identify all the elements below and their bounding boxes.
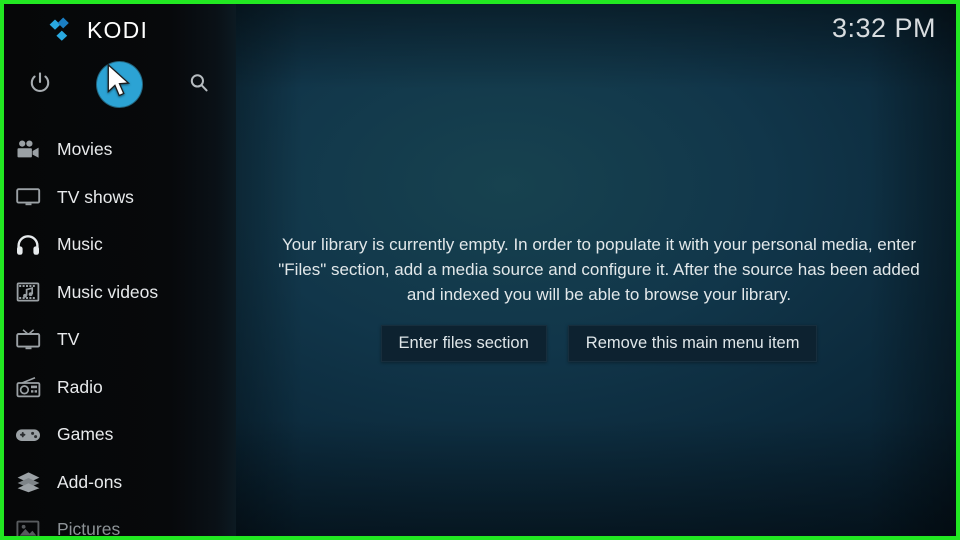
sidebar-item-label: TV xyxy=(57,329,80,350)
headphones-icon xyxy=(15,232,41,258)
mouse-pointer-icon xyxy=(107,64,131,97)
kodi-logo-icon xyxy=(49,17,69,41)
sidebar-item-radio[interactable]: Radio xyxy=(4,364,236,412)
empty-library-message: Your library is currently empty. In orde… xyxy=(278,235,920,304)
power-glyph xyxy=(30,72,50,92)
sidebar-item-label: Radio xyxy=(57,376,103,397)
sidebar-item-label: Games xyxy=(57,424,114,445)
enter-files-section-button[interactable]: Enter files section xyxy=(380,325,547,362)
sidebar-item-tv-shows[interactable]: TV shows xyxy=(4,174,236,222)
sidebar-menu: Movies TV shows Music Music videos TV Ra… xyxy=(4,126,236,540)
film-music-note-icon xyxy=(15,279,41,305)
picture-frame-icon xyxy=(15,517,41,536)
kodi-window: 3:32 PM KODI Movies TV shows Music Music… xyxy=(0,0,960,540)
sidebar-item-pictures[interactable]: Pictures xyxy=(4,506,236,540)
sidebar-item-music-videos[interactable]: Music videos xyxy=(4,269,236,317)
movie-camera-icon xyxy=(15,137,41,163)
clock: 3:32 PM xyxy=(831,13,936,43)
sidebar-item-label: TV shows xyxy=(57,186,134,207)
sidebar-item-addons[interactable]: Add-ons xyxy=(4,459,236,507)
search-icon[interactable] xyxy=(176,60,222,106)
empty-library-actions: Enter files section Remove this main men… xyxy=(254,325,944,362)
power-icon[interactable] xyxy=(17,60,63,106)
gamepad-icon xyxy=(15,422,41,448)
remove-main-menu-item-button[interactable]: Remove this main menu item xyxy=(567,325,818,362)
sidebar-item-movies[interactable]: Movies xyxy=(4,126,236,174)
television-icon xyxy=(15,184,41,210)
tv-antenna-icon xyxy=(15,327,41,353)
app-logo: KODI xyxy=(48,12,148,48)
empty-library-panel: Your library is currently empty. In orde… xyxy=(254,232,944,362)
radio-icon xyxy=(15,374,41,400)
sidebar-item-music[interactable]: Music xyxy=(4,221,236,269)
sidebar-item-label: Music xyxy=(57,234,103,255)
sidebar-item-label: Add-ons xyxy=(57,471,123,492)
magnifier-glyph xyxy=(190,74,208,92)
sidebar-item-label: Music videos xyxy=(57,281,159,302)
sidebar: KODI Movies TV shows Music Music videos … xyxy=(4,4,236,536)
addons-box-icon xyxy=(15,469,41,495)
app-name: KODI xyxy=(87,16,149,43)
sidebar-item-label: Pictures xyxy=(57,519,121,540)
sidebar-item-tv[interactable]: TV xyxy=(4,316,236,364)
sidebar-item-games[interactable]: Games xyxy=(4,411,236,459)
sidebar-item-label: Movies xyxy=(57,139,113,160)
